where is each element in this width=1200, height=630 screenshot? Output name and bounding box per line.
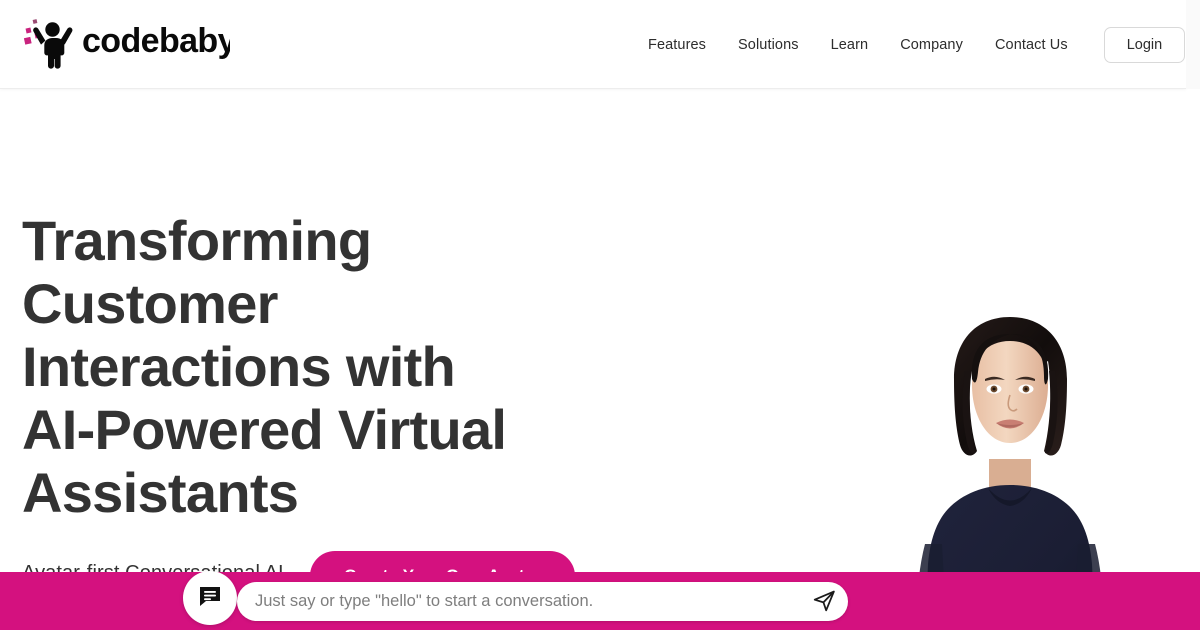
send-paper-plane-icon: [812, 588, 837, 616]
login-button[interactable]: Login: [1103, 26, 1186, 63]
nav-link-company[interactable]: Company: [884, 31, 979, 59]
hero-section: Transforming Customer Interactions with …: [0, 89, 1200, 630]
main-navigation: Features Solutions Learn Company Contact…: [632, 0, 1186, 89]
page-root: codebaby Features Solutions Learn Compan…: [0, 0, 1200, 630]
nav-link-learn[interactable]: Learn: [815, 31, 885, 59]
chat-input-shell: [237, 582, 848, 621]
svg-text:codebaby: codebaby: [82, 22, 230, 60]
nav-link-features[interactable]: Features: [632, 31, 722, 59]
header-right-edge: [1186, 0, 1200, 89]
chat-message-input[interactable]: [237, 592, 804, 611]
chat-launcher-button[interactable]: [183, 571, 237, 625]
site-header: codebaby Features Solutions Learn Compan…: [0, 0, 1186, 89]
nav-link-contact-us[interactable]: Contact Us: [979, 31, 1084, 59]
hero-copy-block: Transforming Customer Interactions with …: [22, 209, 642, 585]
chat-bubble-icon: [197, 583, 223, 614]
nav-link-solutions[interactable]: Solutions: [722, 31, 815, 59]
brand-logo-link[interactable]: codebaby: [22, 0, 237, 88]
brand-wordmark: codebaby: [82, 22, 237, 67]
codebaby-person-logo-icon: [22, 16, 80, 72]
chat-widget-bar: [0, 571, 1200, 630]
send-message-button[interactable]: [804, 582, 844, 621]
hero-title: Transforming Customer Interactions with …: [22, 209, 507, 524]
